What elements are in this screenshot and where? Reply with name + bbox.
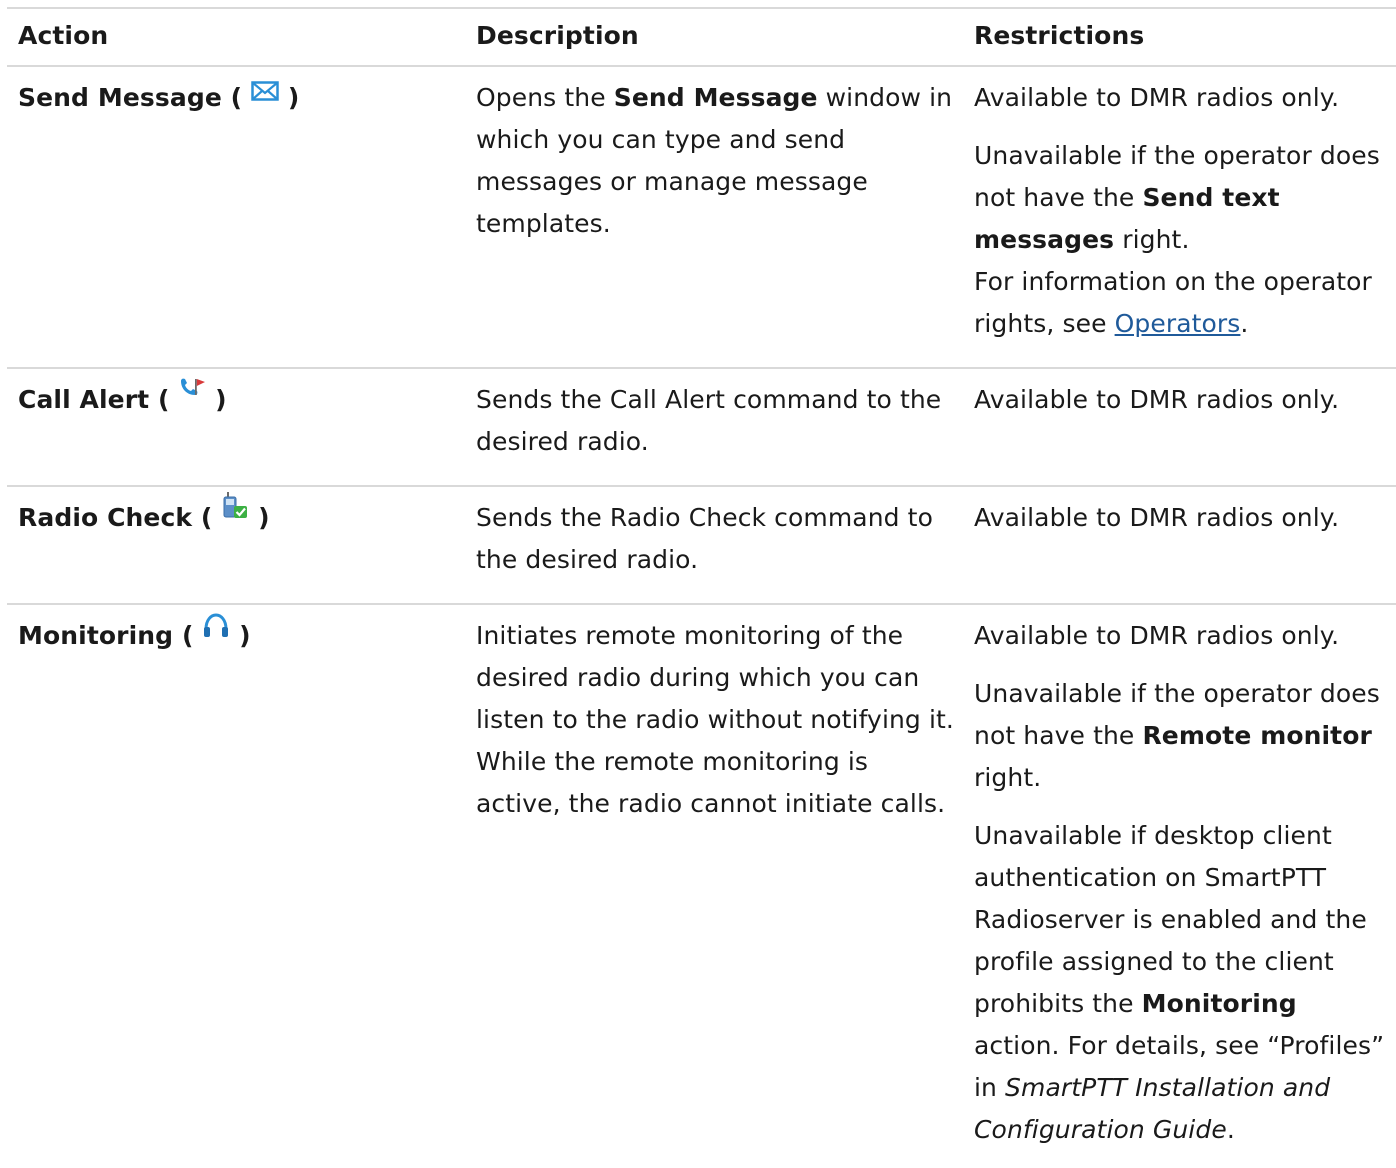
action-name: Send Message ( ) [18, 81, 299, 112]
header-action: Action [18, 21, 109, 50]
action-name: Radio Check ( ) [18, 491, 270, 532]
envelope-icon [251, 72, 279, 114]
restrictions-cell: Available to DMR radios only. [974, 503, 1340, 532]
call-alert-icon [178, 374, 206, 416]
actions-table: Action Description Restrictions Send Mes… [7, 7, 1396, 1167]
table-row: Radio Check ( ) Sends the Radio Check co… [7, 487, 1396, 605]
action-name: Monitoring ( ) [18, 613, 251, 650]
header-description: Description [476, 21, 639, 50]
action-cell: Radio Check ( ) [7, 487, 465, 603]
operators-link[interactable]: Operators [1115, 309, 1241, 338]
restrictions-cell: Available to DMR radios only. Unavailabl… [974, 621, 1385, 1144]
description-cell: Opens the Send Message window in which y… [476, 83, 953, 238]
table-row: Call Alert ( ) Sends the Call Alert comm… [7, 369, 1396, 487]
table-row: Send Message ( ) Opens the Send Message … [7, 67, 1396, 369]
action-cell: Send Message ( ) [7, 67, 465, 367]
restrictions-cell: Available to DMR radios only. [974, 385, 1340, 414]
description-cell: Initiates remote monitoring of the desir… [476, 621, 954, 818]
description-cell: Sends the Call Alert command to the desi… [476, 385, 942, 456]
description-cell: Sends the Radio Check command to the des… [476, 503, 933, 574]
headphones-icon [202, 610, 230, 652]
restrictions-cell: Available to DMR radios only. Unavailabl… [974, 83, 1380, 338]
radio-check-icon [221, 491, 249, 535]
action-name: Call Alert ( ) [18, 378, 227, 414]
header-restrictions: Restrictions [974, 21, 1145, 50]
action-cell: Monitoring ( ) [7, 605, 465, 1167]
table-header-row: Action Description Restrictions [7, 9, 1396, 67]
table-row: Monitoring ( ) Initiates remote monitori… [7, 605, 1396, 1167]
action-cell: Call Alert ( ) [7, 369, 465, 485]
